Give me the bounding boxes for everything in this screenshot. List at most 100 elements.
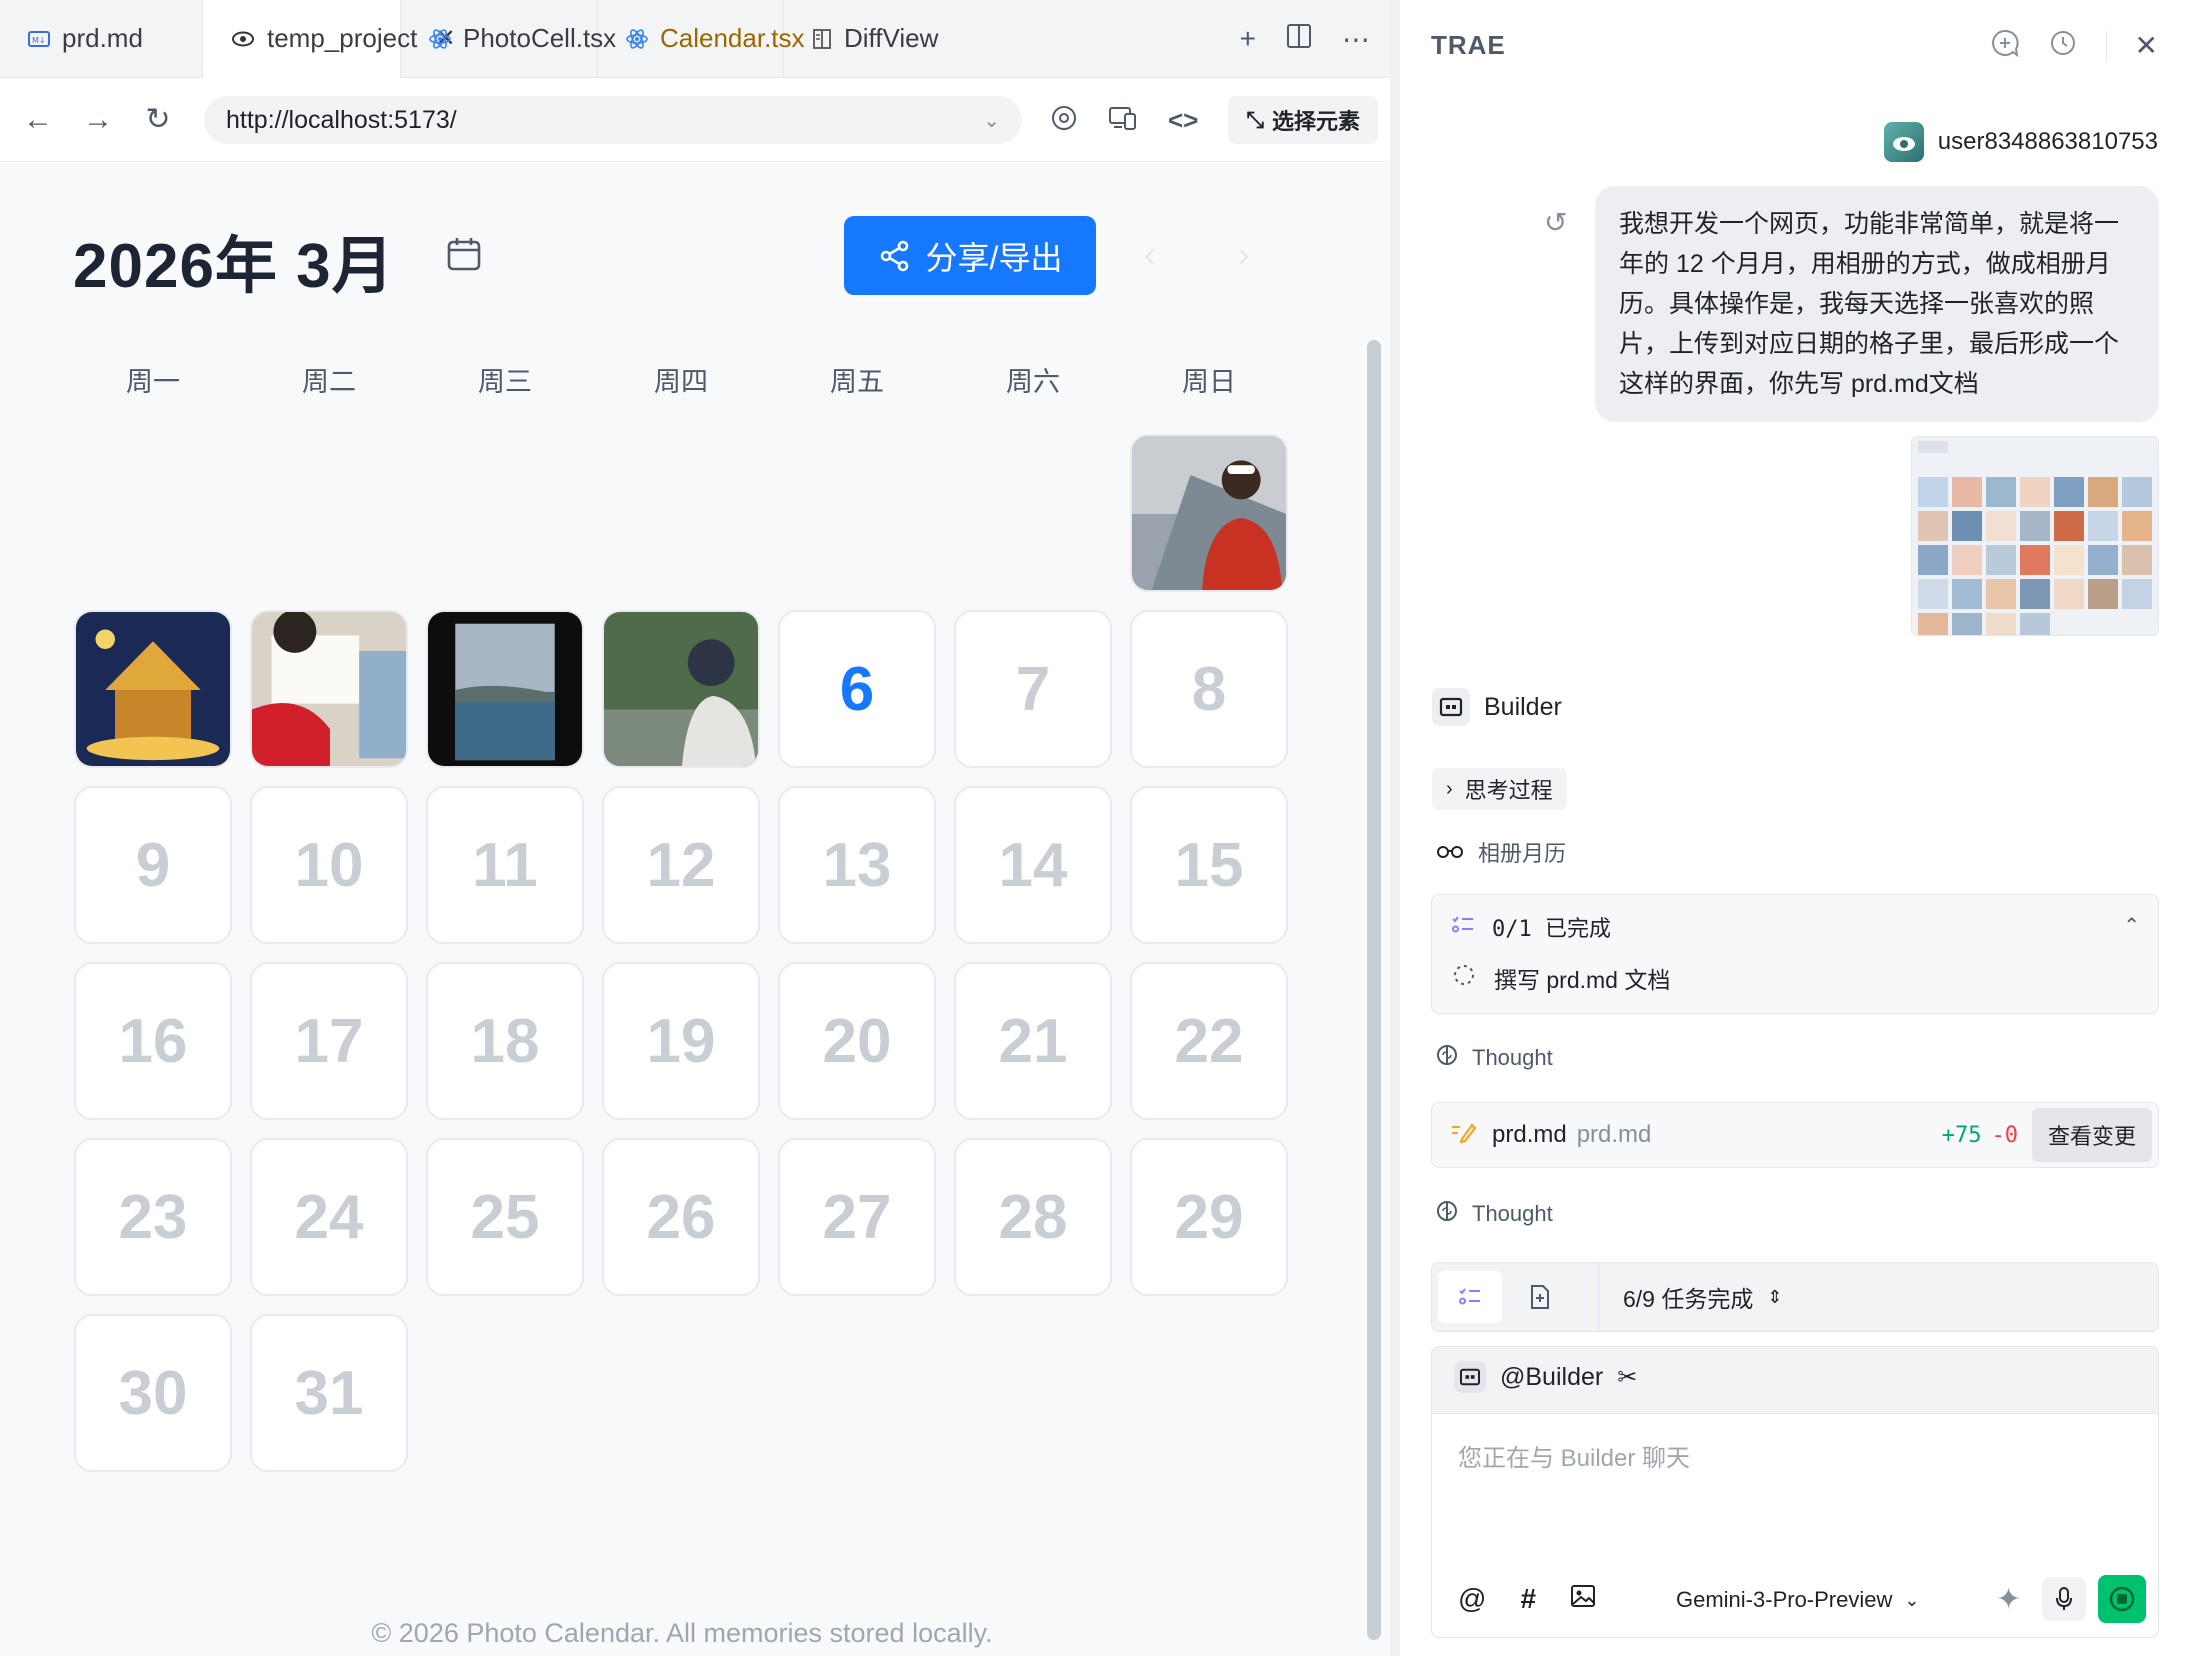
day-cell[interactable]: 30 — [74, 1314, 232, 1472]
responsive-icon[interactable] — [1108, 105, 1138, 136]
attached-image[interactable] — [1911, 436, 2159, 636]
day-cell[interactable]: 20 — [778, 962, 936, 1120]
tab-diffview[interactable]: DiffView — [784, 0, 952, 78]
day-cell[interactable]: 28 — [954, 1138, 1112, 1296]
chat-tools: @ # — [1458, 1583, 1596, 1615]
footer-note: © 2026 Photo Calendar. All memories stor… — [371, 1618, 993, 1648]
add-tab-icon[interactable]: + — [1240, 23, 1256, 55]
svg-text:M↓: M↓ — [32, 36, 46, 45]
hash-icon[interactable]: # — [1520, 1583, 1536, 1615]
user-message: 我想开发一个网页，功能非常简单，就是将一年的 12 个月月，用相册的方式，做成相… — [1595, 186, 2159, 422]
thought-label: Thought — [1472, 1045, 1553, 1070]
day-cell[interactable]: 14 — [954, 786, 1112, 944]
day-cell[interactable]: 24 — [250, 1138, 408, 1296]
tools-icon[interactable]: ✂ — [1617, 1363, 1637, 1392]
new-chat-icon[interactable] — [1990, 28, 2020, 63]
agent-name: Builder — [1484, 692, 1562, 721]
todo-progress-row[interactable]: 0/1 已完成 — [1452, 911, 1611, 943]
history-icon[interactable] — [2048, 28, 2078, 63]
react-icon — [626, 28, 648, 50]
code-icon[interactable]: <> — [1168, 105, 1198, 136]
url-input[interactable]: http://localhost:5173/ ⌄ — [204, 96, 1022, 144]
tab-photocell[interactable]: PhotoCell.tsx — [401, 0, 616, 78]
view-changes-button[interactable]: 查看变更 — [2031, 1108, 2152, 1162]
undo-icon[interactable]: ↺ — [1544, 206, 1567, 239]
scrollbar[interactable] — [1367, 340, 1381, 1640]
prev-month-icon[interactable]: ‹ — [1144, 236, 1155, 275]
chat-input[interactable]: 您正在与 Builder 聊天 @ # Gemini-3-Pro-Preview… — [1432, 1413, 2158, 1637]
tasks-progress-select[interactable]: 6/9 任务完成 ⇕ — [1623, 1280, 1782, 1314]
day-cell[interactable]: 11 — [426, 786, 584, 944]
calendar-icon[interactable] — [446, 236, 482, 272]
day-cell[interactable]: 26 — [602, 1138, 760, 1296]
react-icon — [429, 28, 451, 50]
day-cell[interactable]: 9 — [74, 786, 232, 944]
more-icon[interactable]: ⋯ — [1342, 23, 1370, 56]
day-cell[interactable]: 19 — [602, 962, 760, 1120]
day-cell[interactable]: 13 — [778, 786, 936, 944]
app-window: M↓ prd.md temp_project ✕ PhotoCell.tsx C… — [0, 0, 2188, 1656]
chevron-down-icon[interactable]: ⌄ — [983, 108, 1000, 133]
page-title: 2026年 3月 — [73, 232, 395, 301]
lines-added: +75 — [1941, 1122, 1982, 1148]
at-mention-icon[interactable]: @ — [1458, 1583, 1486, 1615]
day-cell[interactable]: 29 — [1130, 1138, 1288, 1296]
weekday-sat: 周六 — [1006, 367, 1060, 397]
close-panel-icon[interactable]: ✕ — [2135, 29, 2158, 62]
tab-prd-md[interactable]: M↓ prd.md — [0, 0, 203, 78]
tab-calendar[interactable]: Calendar.tsx — [598, 0, 805, 78]
file-change-card[interactable]: prd.md prd.md +75 -0 查看变更 — [1431, 1102, 2159, 1168]
markdown-icon: M↓ — [28, 30, 50, 47]
thought-label: Thought — [1472, 1201, 1553, 1226]
panel-actions: ✕ — [1990, 28, 2158, 63]
day-cell[interactable]: 18 — [426, 962, 584, 1120]
day-cell[interactable]: 25 — [426, 1138, 584, 1296]
task-list-tab[interactable] — [1438, 1271, 1502, 1323]
select-element-button[interactable]: ⤡ 选择元素 — [1228, 96, 1378, 144]
day-cell-photo[interactable] — [426, 610, 584, 768]
day-cell[interactable]: 21 — [954, 962, 1112, 1120]
day-cell[interactable]: 22 — [1130, 962, 1288, 1120]
day-cell[interactable]: 7 — [954, 610, 1112, 768]
model-select[interactable]: Gemini-3-Pro-Preview ⌄ — [1676, 1587, 1919, 1613]
collapse-icon[interactable]: ⌃ — [2123, 913, 2140, 938]
document-icon — [1531, 1285, 1549, 1309]
split-editor-icon[interactable] — [1286, 23, 1312, 56]
day-cell[interactable]: 15 — [1130, 786, 1288, 944]
day-cell[interactable]: 12 — [602, 786, 760, 944]
thinking-toggle[interactable]: › 思考过程 — [1432, 768, 1567, 810]
day-cell[interactable]: 16 — [74, 962, 232, 1120]
panel-divider[interactable] — [1390, 0, 1400, 1656]
day-cell[interactable]: 27 — [778, 1138, 936, 1296]
chat-placeholder: 您正在与 Builder 聊天 — [1458, 1445, 1691, 1472]
share-export-button[interactable]: 分享/导出 — [844, 216, 1096, 295]
day-cell-photo[interactable] — [250, 610, 408, 768]
agent-header: Builder — [1432, 688, 1562, 726]
day-cell[interactable]: 17 — [250, 962, 408, 1120]
day-cell[interactable]: 31 — [250, 1314, 408, 1472]
separator — [1598, 1262, 1599, 1332]
microphone-button[interactable] — [2042, 1577, 2086, 1621]
day-cell-photo[interactable] — [74, 610, 232, 768]
sparkle-icon[interactable]: ✦ — [1996, 1582, 2021, 1617]
day-cell[interactable]: 6 — [778, 610, 936, 768]
day-cell-photo[interactable] — [1130, 434, 1288, 592]
back-icon[interactable]: ← — [8, 103, 68, 137]
forward-icon[interactable]: → — [68, 103, 128, 137]
image-icon[interactable] — [1570, 1583, 1596, 1615]
todo-card: 0/1 已完成 ⌃ 撰写 prd.md 文档 — [1431, 894, 2159, 1014]
select-element-label: 选择元素 — [1271, 109, 1360, 134]
doc-tab[interactable] — [1508, 1271, 1572, 1323]
thought-row[interactable]: Thought — [1436, 1200, 1553, 1228]
builder-icon — [1432, 688, 1470, 726]
tab-temp-project[interactable]: temp_project ✕ — [203, 0, 455, 79]
day-cell[interactable]: 23 — [74, 1138, 232, 1296]
next-month-icon[interactable]: › — [1238, 236, 1249, 275]
compass-icon[interactable] — [1050, 104, 1078, 137]
day-cell-photo[interactable] — [602, 610, 760, 768]
reload-icon[interactable]: ↻ — [128, 102, 188, 137]
day-cell[interactable]: 8 — [1130, 610, 1288, 768]
stop-button[interactable] — [2098, 1575, 2146, 1623]
day-cell[interactable]: 10 — [250, 786, 408, 944]
thought-row[interactable]: Thought — [1436, 1044, 1553, 1072]
